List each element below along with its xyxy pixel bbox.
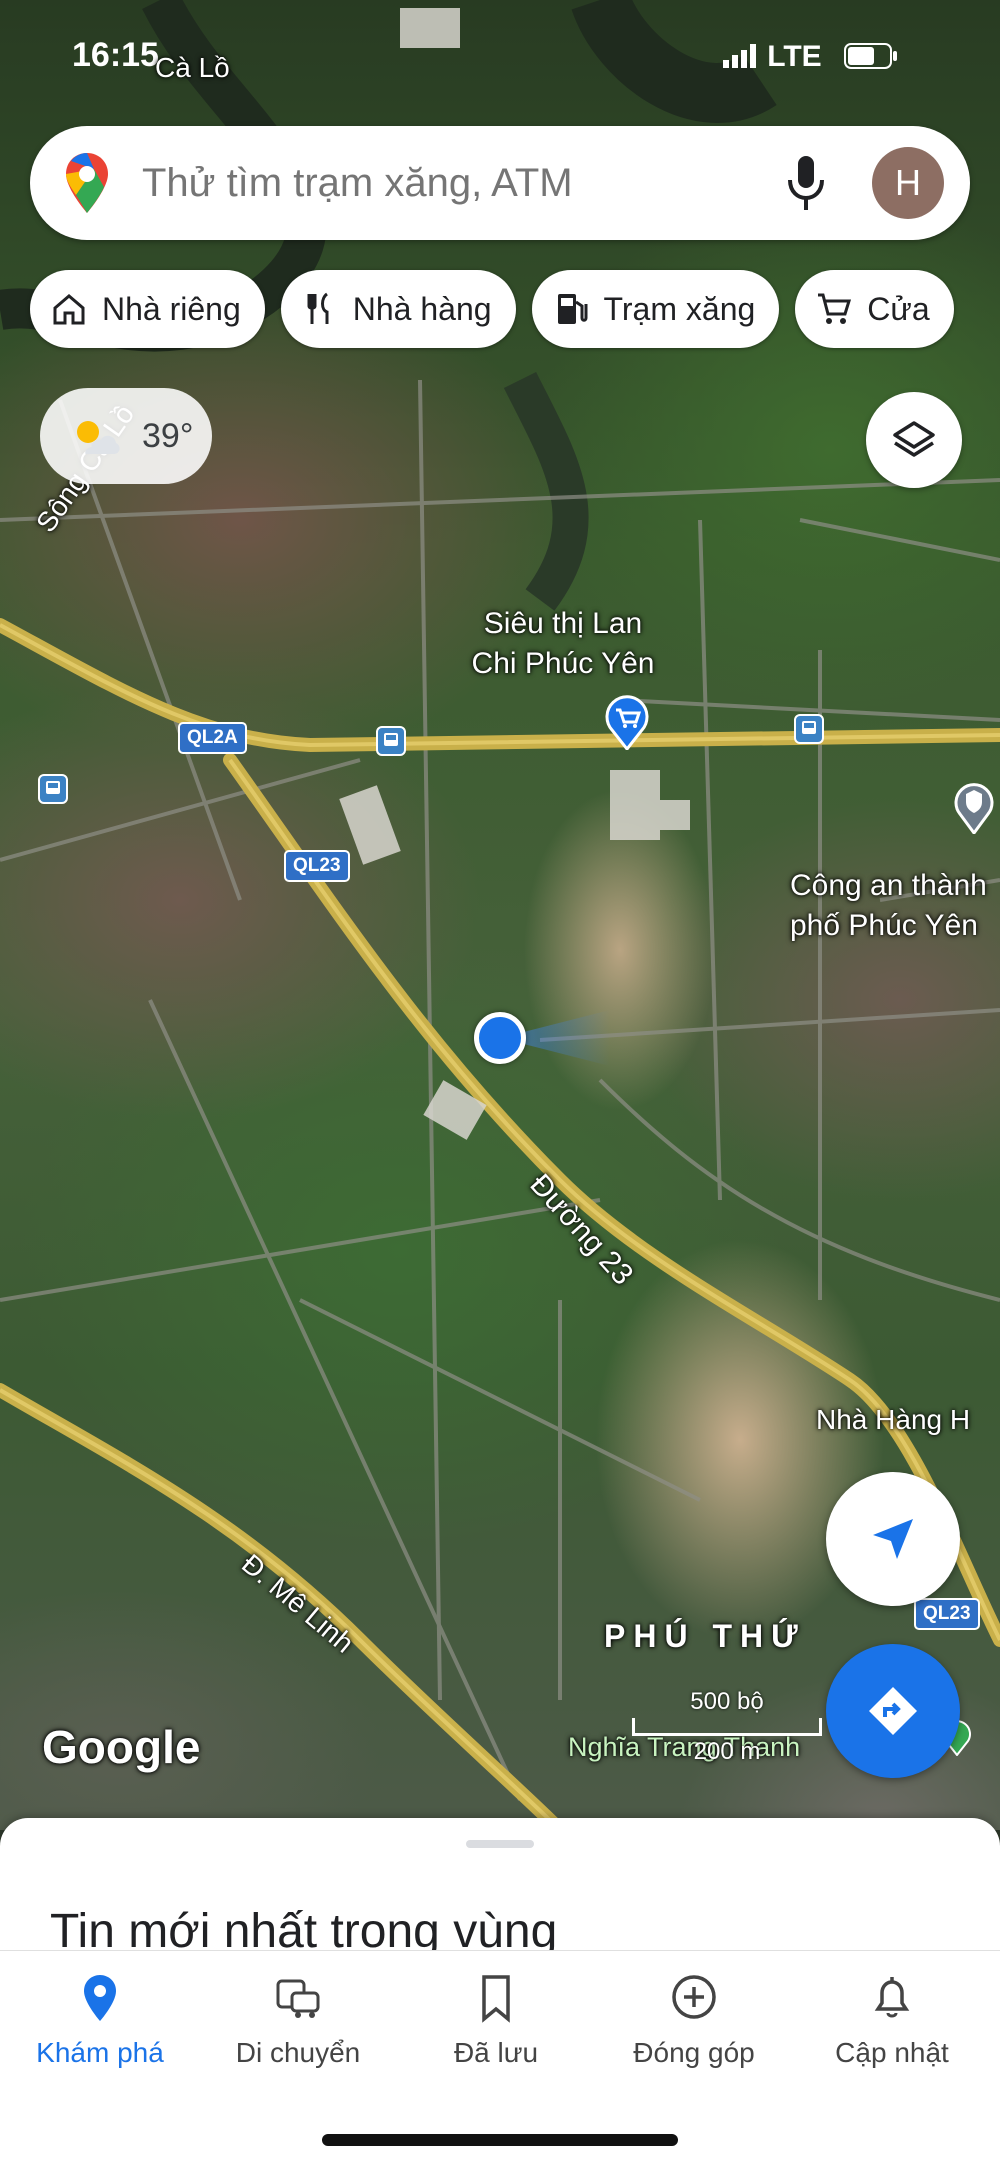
map-label-river-top: Cà Lồ (155, 52, 230, 83)
bottom-sheet[interactable]: Tin mới nhất trong vùng (0, 1818, 1000, 1958)
avatar[interactable]: H (872, 147, 944, 219)
microphone-icon[interactable] (786, 154, 826, 212)
my-location-button[interactable] (826, 1472, 960, 1606)
road-shield-ql2a: QL2A (178, 722, 247, 754)
bus-stop-icon[interactable] (38, 774, 68, 804)
search-input[interactable] (142, 160, 786, 206)
chip-label: Trạm xăng (603, 290, 756, 327)
map-view[interactable]: 16:15 LTE Cà Lồ Sông Cà Lồ Siêu thị Lan … (0, 0, 1000, 1830)
map-scale: 500 bộ 200 m (632, 1688, 822, 1766)
bus-stop-icon[interactable] (376, 726, 406, 756)
restaurant-icon (307, 292, 329, 324)
directions-button[interactable] (826, 1644, 960, 1778)
chip-gas-stations[interactable]: Trạm xăng (531, 270, 780, 348)
google-maps-pin-icon (66, 153, 108, 213)
map-label-restaurant: Nhà Hàng H (816, 1404, 971, 1435)
chip-home[interactable]: Nhà riêng (30, 270, 265, 348)
cart-icon (818, 293, 852, 324)
google-logo: Google (42, 1721, 201, 1773)
status-time: 16:15 (72, 36, 159, 74)
nav-contribute[interactable]: Đóng góp (594, 1973, 794, 2069)
map-label-police: Công an thành phố Phúc Yên (790, 869, 987, 942)
network-type: LTE (767, 40, 822, 73)
home-icon (53, 294, 85, 325)
battery-icon (844, 43, 897, 69)
home-indicator[interactable] (322, 2134, 678, 2146)
nav-explore[interactable]: Khám phá (0, 1973, 200, 2069)
nav-label: Đóng góp (633, 2037, 755, 2068)
network-indicator: LTE (723, 40, 898, 74)
search-bar[interactable]: H (30, 126, 970, 240)
signal-icon (723, 44, 757, 68)
chip-label: Nhà hàng (352, 290, 492, 327)
add-circle-icon (672, 1975, 716, 2019)
shopping-cart-icon[interactable] (604, 694, 650, 750)
commute-icon (276, 1979, 320, 2018)
bottom-navigation: Khám phá Di chuyển Đã lưu Đóng góp Cập n… (0, 1950, 1000, 2165)
road-shield-ql23-south: QL23 (914, 1598, 980, 1630)
nav-label: Di chuyển (235, 2037, 361, 2068)
sheet-drag-handle[interactable] (466, 1840, 534, 1848)
bell-icon (874, 1977, 910, 2018)
nav-label: Cập nhật (835, 2037, 949, 2068)
chip-shopping[interactable]: Cửa (795, 270, 954, 348)
map-label-area: PHÚ THỨ (604, 1618, 806, 1654)
directions-icon (869, 1687, 917, 1735)
gas-station-icon (557, 294, 588, 324)
nav-label: Khám phá (36, 2037, 164, 2068)
map-label-supermarket: Siêu thị Lan Chi Phúc Yên (471, 607, 655, 680)
scale-bar (632, 1718, 822, 1736)
layers-button[interactable] (866, 392, 962, 488)
road-shield-ql23: QL23 (284, 850, 350, 882)
category-chips: Nhà riêng Nhà hàng Trạm xăng Cửa (30, 270, 954, 348)
status-bar: 16:15 LTE (0, 0, 1000, 110)
explore-pin-icon (84, 1975, 116, 2021)
scale-metric: 200 m (693, 1738, 761, 1765)
police-pin-icon[interactable] (954, 780, 994, 834)
bookmark-icon (482, 1975, 510, 2023)
nav-label: Đã lưu (453, 2037, 539, 2068)
my-location-dot[interactable] (474, 1012, 526, 1064)
navigation-arrow-icon (873, 1519, 913, 1559)
weather-widget[interactable]: 39° (40, 388, 212, 484)
chip-restaurants[interactable]: Nhà hàng (280, 270, 516, 348)
bus-stop-icon[interactable] (794, 714, 824, 744)
chip-label: Cửa (867, 290, 930, 327)
scale-imperial: 500 bộ (690, 1688, 764, 1715)
weather-temperature: 39° (142, 416, 194, 455)
nav-commute[interactable]: Di chuyển (198, 1973, 398, 2069)
chip-label: Nhà riêng (102, 290, 241, 327)
partly-sunny-icon (77, 421, 120, 454)
nav-saved[interactable]: Đã lưu (396, 1973, 596, 2069)
layers-icon (893, 421, 935, 457)
nav-updates[interactable]: Cập nhật (792, 1973, 992, 2069)
